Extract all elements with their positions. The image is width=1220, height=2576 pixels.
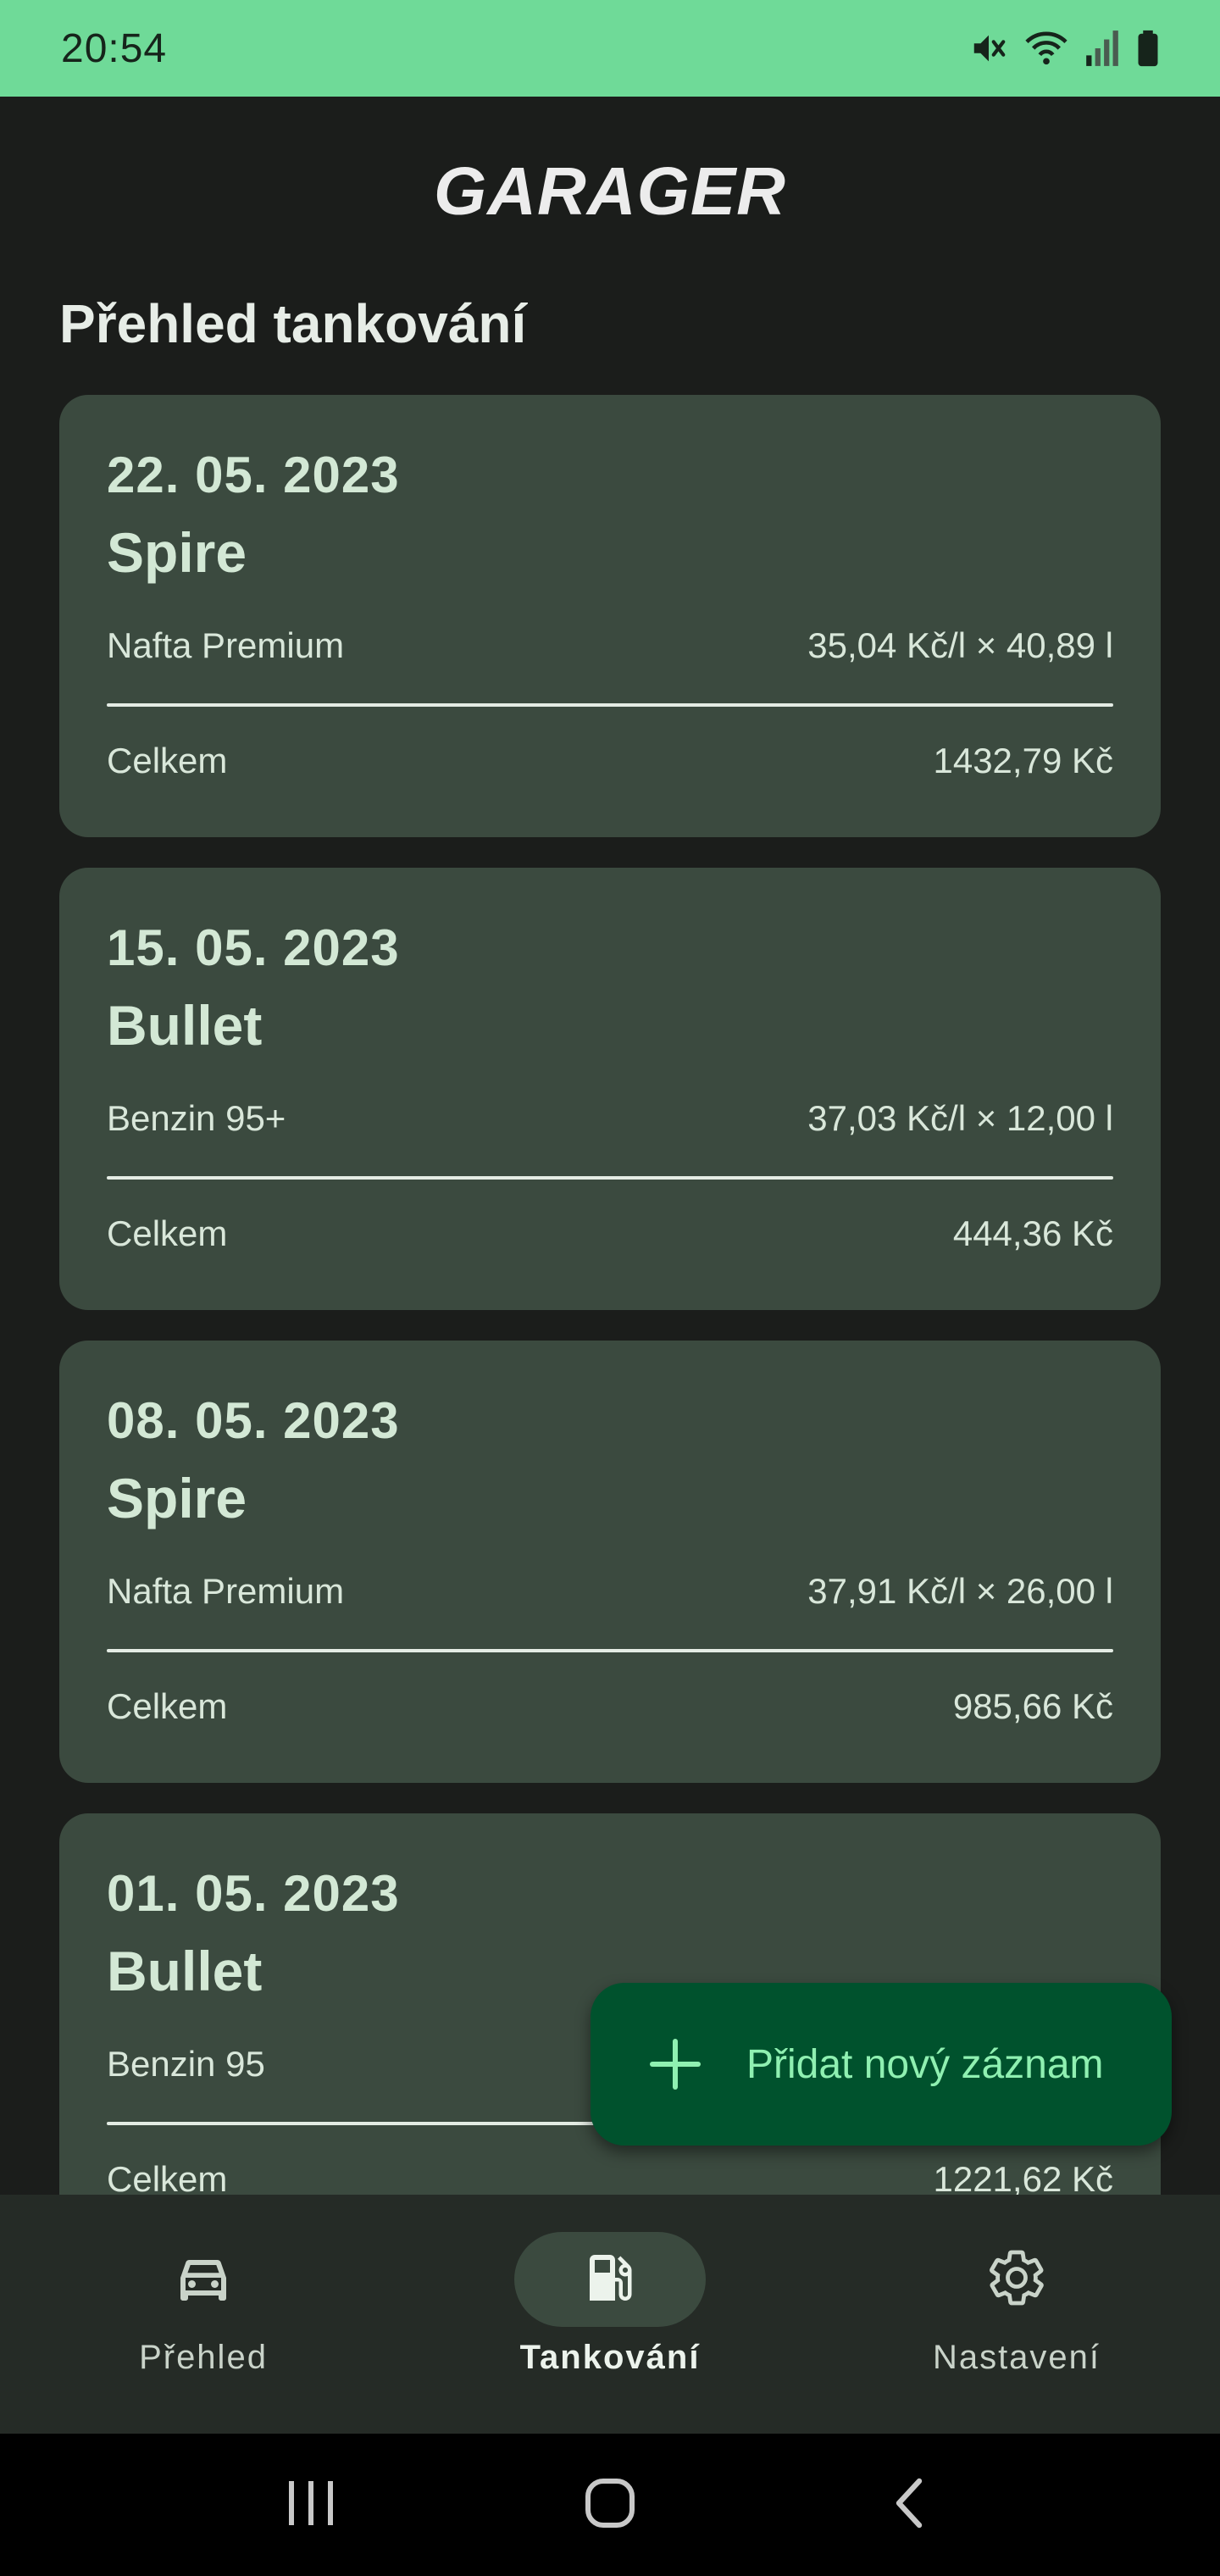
total-row: Celkem 1221,62 Kč bbox=[107, 2159, 1113, 2195]
plus-icon bbox=[650, 2039, 701, 2090]
refueling-card[interactable]: 15. 05. 2023 Bullet Benzin 95+ 37,03 Kč/… bbox=[59, 868, 1161, 1310]
fuel-pump-icon bbox=[580, 2247, 640, 2312]
recents-icon bbox=[284, 2478, 338, 2533]
total-label: Celkem bbox=[107, 741, 228, 780]
total-value: 1432,79 Kč bbox=[933, 741, 1113, 780]
total-label: Celkem bbox=[107, 2159, 228, 2195]
card-vehicle: Spire bbox=[107, 521, 247, 584]
refueling-card[interactable]: 22. 05. 2023 Spire Nafta Premium 35,04 K… bbox=[59, 395, 1161, 837]
card-date: 08. 05. 2023 bbox=[107, 1392, 400, 1449]
nav-item-overview[interactable]: Přehled bbox=[0, 2195, 407, 2434]
mute-icon bbox=[969, 29, 1008, 68]
price-volume: 37,91 Kč/l × 26,00 l bbox=[807, 1571, 1113, 1611]
status-icons bbox=[969, 29, 1161, 68]
total-value: 444,36 Kč bbox=[952, 1213, 1113, 1253]
total-row: Celkem 1432,79 Kč bbox=[107, 741, 1113, 781]
nav-indicator bbox=[921, 2232, 1112, 2327]
section-title: Přehled tankování bbox=[59, 293, 527, 354]
card-date: 22. 05. 2023 bbox=[107, 447, 400, 503]
nav-indicator-active bbox=[514, 2232, 706, 2327]
nav-item-refueling[interactable]: Tankování bbox=[407, 2195, 813, 2434]
signal-icon bbox=[1084, 29, 1120, 68]
refueling-list[interactable]: 22. 05. 2023 Spire Nafta Premium 35,04 K… bbox=[59, 395, 1161, 2195]
fuel-type: Benzin 95 bbox=[107, 2044, 265, 2084]
nav-item-settings[interactable]: Nastavení bbox=[813, 2195, 1220, 2434]
price-volume: 35,04 Kč/l × 40,89 l bbox=[807, 625, 1113, 665]
car-icon bbox=[173, 2247, 234, 2312]
total-label: Celkem bbox=[107, 1213, 228, 1253]
nav-indicator bbox=[108, 2232, 299, 2327]
card-divider bbox=[107, 1176, 1113, 1180]
total-value: 1221,62 Kč bbox=[933, 2159, 1113, 2195]
fuel-row: Nafta Premium 35,04 Kč/l × 40,89 l bbox=[107, 625, 1113, 666]
recents-button[interactable] bbox=[260, 2454, 362, 2556]
fuel-type: Nafta Premium bbox=[107, 625, 345, 665]
fuel-row: Benzin 95+ 37,03 Kč/l × 12,00 l bbox=[107, 1098, 1113, 1139]
fuel-type: Benzin 95+ bbox=[107, 1098, 286, 1138]
back-button[interactable] bbox=[858, 2454, 960, 2556]
card-vehicle: Spire bbox=[107, 1467, 247, 1530]
card-date: 01. 05. 2023 bbox=[107, 1865, 400, 1922]
gear-icon bbox=[986, 2247, 1047, 2312]
card-divider bbox=[107, 1649, 1113, 1652]
nav-label-settings: Nastavení bbox=[932, 2339, 1101, 2376]
total-label: Celkem bbox=[107, 1686, 228, 1726]
home-button[interactable] bbox=[559, 2454, 661, 2556]
add-record-label: Přidat nový záznam bbox=[746, 2041, 1104, 2087]
add-record-button[interactable]: Přidat nový záznam bbox=[591, 1983, 1172, 2146]
card-vehicle: Bullet bbox=[107, 994, 263, 1057]
app-title: GARAGER bbox=[434, 153, 786, 229]
fuel-row: Nafta Premium 37,91 Kč/l × 26,00 l bbox=[107, 1571, 1113, 1612]
total-row: Celkem 985,66 Kč bbox=[107, 1686, 1113, 1727]
fuel-type: Nafta Premium bbox=[107, 1571, 345, 1611]
wifi-icon bbox=[1023, 29, 1069, 68]
status-bar: 20:54 bbox=[0, 0, 1220, 97]
card-date: 15. 05. 2023 bbox=[107, 919, 400, 976]
card-vehicle: Bullet bbox=[107, 1940, 263, 2002]
status-time: 20:54 bbox=[61, 25, 168, 71]
battery-icon bbox=[1135, 29, 1161, 68]
system-navigation-bar bbox=[0, 2434, 1220, 2576]
nav-label-overview: Přehled bbox=[139, 2339, 268, 2376]
card-divider bbox=[107, 703, 1113, 707]
home-icon bbox=[583, 2476, 637, 2534]
total-value: 985,66 Kč bbox=[952, 1686, 1113, 1726]
total-row: Celkem 444,36 Kč bbox=[107, 1213, 1113, 1254]
price-volume: 37,03 Kč/l × 12,00 l bbox=[807, 1098, 1113, 1138]
nav-label-refueling: Tankování bbox=[519, 2339, 701, 2376]
bottom-navigation: Přehled Tankování Nastavení bbox=[0, 2195, 1220, 2434]
back-icon bbox=[889, 2476, 929, 2534]
refueling-card[interactable]: 08. 05. 2023 Spire Nafta Premium 37,91 K… bbox=[59, 1341, 1161, 1783]
